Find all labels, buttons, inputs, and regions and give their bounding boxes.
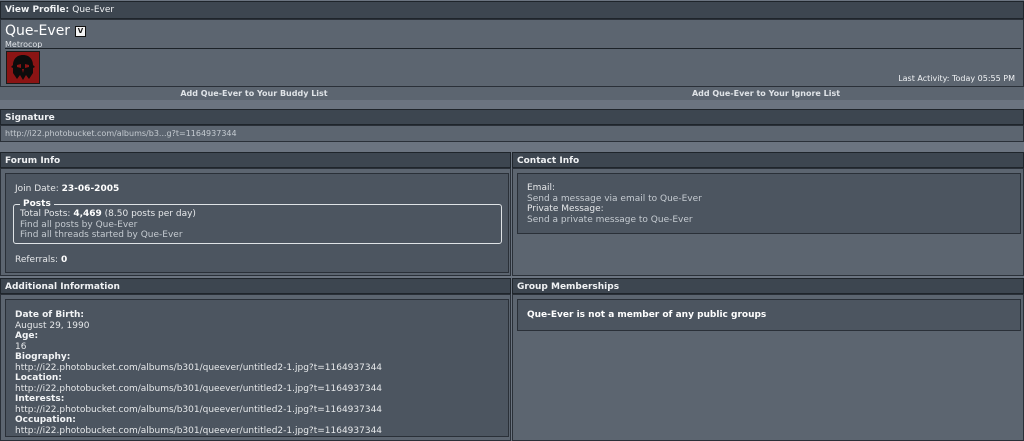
last-activity: Last Activity: Today 05:55 PM <box>898 74 1015 83</box>
join-date-label: Join Date: <box>15 184 59 194</box>
interests-label: Interests: <box>15 394 65 404</box>
group-memberships-panel: Que-Ever is not a member of any public g… <box>512 294 1024 441</box>
additional-fields: Date of Birth: August 29, 1990 Age: 16 B… <box>15 310 382 436</box>
posts-legend: Posts <box>23 199 51 209</box>
avatar[interactable] <box>6 51 40 84</box>
location-value: http://i22.photobucket.com/albums/b301/q… <box>15 383 383 394</box>
contact-info-box: Email: Send a message via email to Que-E… <box>517 173 1021 234</box>
referrals-value: 0 <box>60 255 68 265</box>
referrals-label: Referrals: <box>15 255 59 265</box>
age-label: Age: <box>15 331 39 341</box>
forum-info-heading: Forum Info <box>0 152 511 168</box>
profile-name-row: Que-Ever V <box>5 23 86 41</box>
send-private-message-link[interactable]: Send a private message to Que-Ever <box>527 215 702 226</box>
signature-body: http://i22.photobucket.com/albums/b3...g… <box>0 125 1024 142</box>
find-all-posts-link[interactable]: Find all posts by Que-Ever <box>20 220 495 231</box>
profile-header: Que-Ever V Metrocop Last Activity: Today… <box>0 19 1024 87</box>
total-posts: Total Posts: 4,469 (8.50 posts per day) <box>20 209 495 220</box>
profile-actions-row: Add Que-Ever to Your Buddy List Add Que-… <box>0 87 1024 100</box>
posts-per-day: (8.50 posts per day) <box>104 209 196 219</box>
total-posts-label: Total Posts: <box>20 209 71 219</box>
contact-info-panel: Email: Send a message via email to Que-E… <box>512 168 1024 276</box>
find-all-threads-link[interactable]: Find all threads started by Que-Ever <box>20 230 495 241</box>
dob-label: Date of Birth: <box>15 310 85 320</box>
join-date: Join Date: 23-06-2005 <box>15 184 119 195</box>
location-label: Location: <box>15 373 62 383</box>
join-date-value: 23-06-2005 <box>61 184 120 194</box>
send-email-link[interactable]: Send a message via email to Que-Ever <box>527 194 702 205</box>
posts-fieldset: Posts Total Posts: 4,469 (8.50 posts per… <box>13 199 502 244</box>
additional-info-panel: Date of Birth: August 29, 1990 Age: 16 B… <box>0 294 511 441</box>
last-activity-label: Last Activity: <box>898 74 950 83</box>
view-profile-bar: View Profile: Que-Ever <box>0 1 1024 19</box>
biography-label: Biography: <box>15 352 71 362</box>
view-profile-prefix: View Profile: <box>5 5 70 15</box>
contact-list: Email: Send a message via email to Que-E… <box>527 183 702 225</box>
email-label: Email: <box>527 183 556 193</box>
referrals: Referrals: 0 <box>15 255 67 266</box>
last-activity-value: Today 05:55 PM <box>951 74 1015 83</box>
dob-value: August 29, 1990 <box>15 320 90 331</box>
total-posts-value: 4,469 <box>73 209 102 219</box>
view-profile-username: Que-Ever <box>72 5 115 15</box>
occupation-value: http://i22.photobucket.com/albums/b301/q… <box>15 425 383 436</box>
add-ignore-link[interactable]: Add Que-Ever to Your Ignore List <box>512 87 1020 100</box>
age-value: 16 <box>15 341 27 352</box>
group-memberships-box: Que-Ever is not a member of any public g… <box>517 299 1021 331</box>
profile-display-name: Que-Ever <box>5 23 71 39</box>
rank-badge-icon: V <box>74 26 86 37</box>
occupation-label: Occupation: <box>15 415 76 425</box>
interests-value: http://i22.photobucket.com/albums/b301/q… <box>15 404 383 415</box>
profile-divider <box>5 48 1021 49</box>
signature-heading: Signature <box>0 109 1024 125</box>
group-memberships-message: Que-Ever is not a member of any public g… <box>527 310 767 320</box>
biography-value: http://i22.photobucket.com/albums/b301/q… <box>15 362 383 373</box>
private-message-label: Private Message: <box>527 204 604 214</box>
additional-info-box: Date of Birth: August 29, 1990 Age: 16 B… <box>5 299 509 437</box>
signature-text[interactable]: http://i22.photobucket.com/albums/b3...g… <box>5 129 237 138</box>
forum-info-box: Join Date: 23-06-2005 Posts Total Posts:… <box>5 173 509 273</box>
contact-info-heading: Contact Info <box>512 152 1024 168</box>
mandalorian-skull-avatar-icon <box>11 55 35 80</box>
additional-info-heading: Additional Information <box>0 278 511 294</box>
group-memberships-heading: Group Memberships <box>512 278 1024 294</box>
forum-info-panel: Join Date: 23-06-2005 Posts Total Posts:… <box>0 168 511 276</box>
add-buddy-link[interactable]: Add Que-Ever to Your Buddy List <box>0 87 508 100</box>
